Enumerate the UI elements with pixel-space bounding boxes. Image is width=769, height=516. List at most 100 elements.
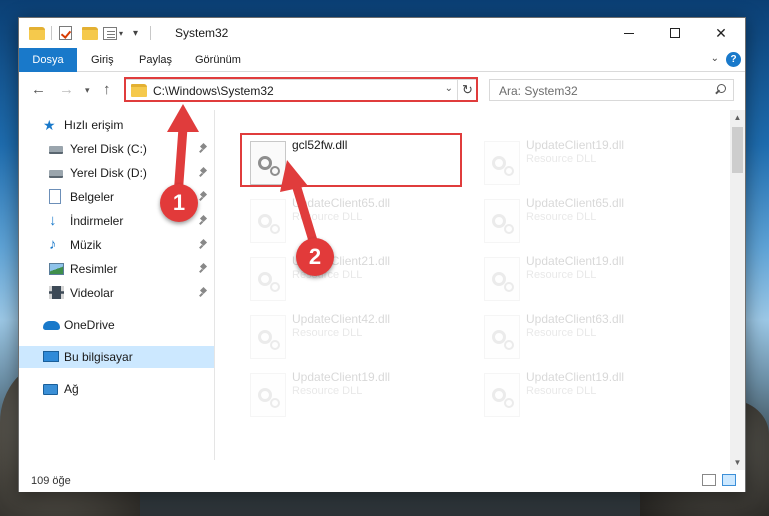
drive-icon xyxy=(49,170,63,178)
file-name: UpdateClient63.dll xyxy=(526,312,625,326)
item-count: 109 öğe xyxy=(31,475,71,487)
sidebar-item-music[interactable]: ♪ Müzik xyxy=(19,234,214,256)
search-icon xyxy=(715,84,726,95)
file-item[interactable]: UpdateClient19.dll Resource DLL xyxy=(244,368,476,418)
dll-file-icon xyxy=(250,199,286,243)
file-type: Resource DLL xyxy=(526,327,597,339)
sidebar-item-local-disk-c[interactable]: Yerel Disk (C:) xyxy=(19,138,214,160)
title-bar: ▾ ▾ System32 ✕ xyxy=(19,18,745,48)
customize-toolbar-icon[interactable]: ▾ xyxy=(103,25,123,41)
dll-file-icon xyxy=(484,199,520,243)
file-name: UpdateClient19.dll xyxy=(526,370,625,384)
network-icon xyxy=(43,384,58,395)
sidebar-item-label: Hızlı erişim xyxy=(64,118,124,132)
pin-icon[interactable] xyxy=(199,264,208,273)
details-view-icon[interactable] xyxy=(702,474,716,486)
sidebar-item-label: Bu bilgisayar xyxy=(64,350,133,364)
large-icons-view-icon[interactable] xyxy=(722,474,736,486)
file-type: Resource DLL xyxy=(526,153,597,165)
file-list: gcl52fw.dll UpdateClient19.dll Resource … xyxy=(216,110,730,460)
pin-icon[interactable] xyxy=(199,192,208,201)
maximize-button[interactable] xyxy=(652,18,698,48)
navigation-pane: ★ Hızlı erişim Yerel Disk (C:) Yerel Dis… xyxy=(19,110,215,460)
pin-icon[interactable] xyxy=(199,144,208,153)
file-name: UpdateClient65.dll xyxy=(292,196,391,210)
address-highlight-box xyxy=(124,77,478,102)
file-item-target[interactable]: gcl52fw.dll xyxy=(244,136,476,186)
music-icon: ♪ xyxy=(49,236,57,253)
sidebar-item-quick-access[interactable]: ★ Hızlı erişim xyxy=(19,114,214,136)
pin-icon[interactable] xyxy=(199,240,208,249)
tab-file[interactable]: Dosya xyxy=(19,48,77,72)
videos-icon xyxy=(49,286,64,299)
file-item[interactable]: UpdateClient65.dll Resource DLL xyxy=(244,194,476,244)
scroll-thumb[interactable] xyxy=(732,127,743,173)
help-icon[interactable]: ? xyxy=(726,52,741,67)
expand-ribbon-icon[interactable]: ⌄ xyxy=(711,53,719,64)
new-folder-icon[interactable] xyxy=(82,25,98,41)
maximize-icon xyxy=(670,28,680,38)
close-button[interactable]: ✕ xyxy=(698,18,744,48)
dll-file-icon xyxy=(484,373,520,417)
file-type: Resource DLL xyxy=(292,327,363,339)
sidebar-item-label: Yerel Disk (D:) xyxy=(70,166,147,180)
file-type: Resource DLL xyxy=(526,211,597,223)
sidebar-item-onedrive[interactable]: OneDrive xyxy=(19,314,214,336)
properties-check-icon[interactable] xyxy=(59,25,72,41)
file-item[interactable]: UpdateClient65.dll Resource DLL xyxy=(478,194,710,244)
scroll-up-icon[interactable]: ▲ xyxy=(730,110,745,125)
file-name: UpdateClient19.dll xyxy=(292,370,391,384)
sidebar-item-videos[interactable]: Videolar xyxy=(19,282,214,304)
file-item[interactable]: UpdateClient42.dll Resource DLL xyxy=(244,310,476,360)
download-icon: ↓ xyxy=(49,212,57,229)
minimize-button[interactable] xyxy=(606,18,652,48)
sidebar-item-label: Yerel Disk (C:) xyxy=(70,142,147,156)
search-input[interactable]: Ara: System32 xyxy=(489,79,734,101)
file-item[interactable]: UpdateClient21.dll Resource DLL xyxy=(244,252,476,302)
sidebar-item-pictures[interactable]: Resimler xyxy=(19,258,214,280)
file-name: UpdateClient65.dll xyxy=(526,196,625,210)
file-item[interactable]: UpdateClient19.dll Resource DLL xyxy=(478,252,710,302)
up-arrow-icon[interactable]: ↑ xyxy=(103,81,111,98)
file-item[interactable]: UpdateClient63.dll Resource DLL xyxy=(478,310,710,360)
sidebar-item-network[interactable]: Ağ xyxy=(19,378,214,400)
sidebar-item-label: Ağ xyxy=(64,382,79,396)
tab-view[interactable]: Görünüm xyxy=(185,48,251,72)
vertical-scrollbar[interactable]: ▲ ▼ xyxy=(730,110,745,470)
dll-file-icon xyxy=(250,141,286,185)
documents-icon xyxy=(49,189,61,204)
tab-share[interactable]: Paylaş xyxy=(129,48,182,72)
file-name: UpdateClient19.dll xyxy=(526,138,625,152)
close-icon: ✕ xyxy=(715,24,727,41)
minimize-icon xyxy=(624,32,634,34)
step-1-badge: 1 xyxy=(160,184,198,222)
file-item[interactable]: UpdateClient19.dll Resource DLL xyxy=(478,136,710,186)
dll-file-icon xyxy=(250,373,286,417)
sidebar-item-label: Resimler xyxy=(70,262,118,276)
recent-locations-icon[interactable]: ▾ xyxy=(85,85,90,96)
file-name: UpdateClient42.dll xyxy=(292,312,391,326)
pin-icon[interactable] xyxy=(199,216,208,225)
pin-icon[interactable] xyxy=(199,288,208,297)
tab-home[interactable]: Giriş xyxy=(81,48,124,72)
sidebar-item-local-disk-d[interactable]: Yerel Disk (D:) xyxy=(19,162,214,184)
dll-file-icon xyxy=(484,257,520,301)
sidebar-item-label: Müzik xyxy=(70,238,102,252)
scroll-down-icon[interactable]: ▼ xyxy=(730,455,745,470)
quick-access-dropdown-icon[interactable]: ▾ xyxy=(133,25,138,41)
forward-arrow-icon[interactable]: → xyxy=(59,81,74,98)
pin-icon[interactable] xyxy=(199,168,208,177)
back-arrow-icon[interactable]: ← xyxy=(31,81,46,98)
status-bar: 109 öğe xyxy=(19,470,745,492)
pc-icon xyxy=(43,351,59,362)
star-icon: ★ xyxy=(43,117,56,133)
file-name: UpdateClient19.dll xyxy=(526,254,625,268)
file-item[interactable]: UpdateClient19.dll Resource DLL xyxy=(478,368,710,418)
sidebar-item-label: Belgeler xyxy=(70,190,115,204)
file-type: Resource DLL xyxy=(292,385,363,397)
file-type: Resource DLL xyxy=(526,385,597,397)
sidebar-item-this-pc[interactable]: Bu bilgisayar xyxy=(19,346,214,368)
dll-file-icon xyxy=(250,257,286,301)
pictures-icon xyxy=(49,263,64,275)
dll-file-icon xyxy=(484,141,520,185)
